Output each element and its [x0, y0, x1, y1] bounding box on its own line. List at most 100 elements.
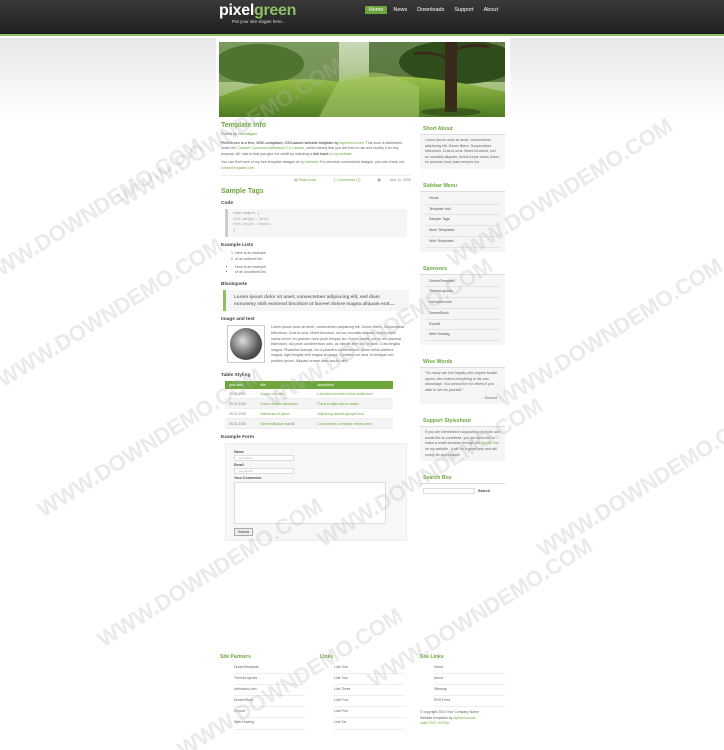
- post-date: ▦ Nov 11, 2006: [377, 178, 411, 183]
- support-text: If you are interested in supporting my w…: [425, 430, 500, 457]
- author-link[interactable]: erwinaligam: [238, 132, 257, 136]
- sidebar: Short About Lorem ipsum dolor sit amet, …: [420, 122, 505, 508]
- image-text-paragraph: Lorem ipsum dolor sit amet, consectetuer…: [271, 325, 405, 363]
- footer-links: Links Link One Link Two Link Three Link …: [320, 654, 405, 730]
- short-about-title: Short About: [420, 122, 505, 135]
- form-heading: Example Form: [221, 435, 255, 441]
- footer-link[interactable]: Home: [434, 663, 505, 675]
- footer-link[interactable]: Link Six: [334, 718, 405, 730]
- license-link[interactable]: Creative Commons Attribution 2.5 License: [237, 146, 304, 150]
- comments-textarea[interactable]: [234, 482, 386, 525]
- readmore-link[interactable]: ▤ Read more: [286, 178, 316, 182]
- footer-partners: Site Partners DreamTemplate ThemeLayouts…: [220, 654, 305, 730]
- logo-text: pixel: [219, 2, 254, 19]
- watermark: WWW.DOWNDEMO.COM: [0, 233, 227, 393]
- name-field[interactable]: Your Name: [234, 455, 294, 462]
- footer-links-title: Links: [320, 654, 334, 660]
- sidebar-item-sample-tags[interactable]: Sample Tags: [425, 215, 500, 227]
- sidebar-item-home[interactable]: Home: [425, 194, 500, 205]
- ordered-list: Here is an example of an ordered list: [235, 251, 411, 263]
- wise-words-title: Wise Words: [420, 355, 505, 369]
- copyright: © copyright 2010 Your Company Name Websit…: [420, 710, 479, 725]
- post-intro: PixelGreen is a free, W3C-compliant, CSS…: [221, 140, 339, 145]
- post-title[interactable]: Template Info: [221, 122, 411, 129]
- comment-icon: ◫: [333, 178, 337, 183]
- footer-link[interactable]: Link Two: [334, 674, 405, 686]
- wise-words-text: "So many can live happily who require fo…: [425, 371, 498, 392]
- styleshout-link[interactable]: styleshout.com: [340, 141, 364, 145]
- watermark: WWW.DOWNDEMO.COM: [532, 403, 724, 563]
- valid-links[interactable]: Valid CSS | XHTML: [420, 721, 449, 725]
- image-text-block: Lorem ipsum dolor sit amet, consectetuer…: [221, 325, 411, 367]
- search-row: Search: [420, 484, 505, 498]
- post-byline: Posted by erwinaligam: [221, 132, 258, 136]
- site-logo[interactable]: pixelgreen: [219, 2, 296, 20]
- table-header-row: post date title description: [225, 381, 393, 390]
- footer-link[interactable]: Link Five: [334, 707, 405, 719]
- nav-support[interactable]: Support: [450, 6, 477, 14]
- support-block: Support Styleshout If you are interested…: [420, 414, 505, 462]
- footer-link[interactable]: Link Four: [334, 696, 405, 708]
- sidebar-item-template-info[interactable]: Template Info: [425, 205, 500, 216]
- footer-link[interactable]: ImHosted.com: [234, 685, 305, 697]
- code-sample: code-sample { font-weight: bold; font-st…: [225, 209, 407, 238]
- search-block: Search Box Search: [420, 471, 505, 499]
- wise-words-block: Wise Words "So many can live happily who…: [420, 355, 505, 405]
- footer-sitelinks-title: Site Links: [420, 654, 444, 660]
- footer-link[interactable]: RSS Feed: [434, 696, 505, 708]
- footer-link[interactable]: DreamTemplate: [234, 663, 305, 675]
- logo-text-green: green: [253, 2, 297, 19]
- sample-tags-title: Sample Tags: [221, 188, 264, 196]
- footer-link[interactable]: Link Three: [334, 685, 405, 697]
- dreamtemplate-link[interactable]: DreamTemplate.com: [221, 166, 254, 170]
- footer-link[interactable]: ThemeLayouts: [234, 674, 305, 686]
- firefox-logo-image: [227, 325, 265, 364]
- nav-about[interactable]: About: [480, 6, 502, 14]
- sponsor-link[interactable]: ThemeLayouts: [425, 287, 500, 299]
- sidebar-item-web-templates[interactable]: Web Templates: [425, 237, 500, 248]
- credit-link[interactable]: to my website: [329, 152, 351, 156]
- site-footer: Site Partners DreamTemplate ThemeLayouts…: [220, 654, 508, 734]
- email-field[interactable]: Your Email: [234, 468, 294, 475]
- footer-link[interactable]: Evrsoft: [234, 707, 305, 719]
- sample-table: post date title description 05.31.2006 A…: [225, 381, 393, 430]
- submit-button[interactable]: Submit: [234, 528, 254, 537]
- post-paragraph-1: PixelGreen is a free, W3C-compliant, CSS…: [221, 140, 403, 156]
- watermark: WWW.DOWNDEMO.COM: [0, 133, 207, 293]
- sidebar-item-more-templates[interactable]: More Templates: [425, 226, 500, 237]
- nav-news[interactable]: News: [389, 6, 411, 14]
- my-website-link[interactable]: my website: [300, 160, 318, 164]
- search-input[interactable]: [423, 488, 475, 495]
- sponsor-link[interactable]: ImHosted.com: [425, 298, 500, 309]
- nav-home[interactable]: Home: [364, 6, 388, 14]
- footer-link[interactable]: About: [434, 674, 505, 686]
- table-heading: Table Styling: [221, 373, 251, 379]
- footer-link[interactable]: Sitemap: [434, 685, 505, 697]
- footer-link[interactable]: Link One: [334, 663, 405, 675]
- sponsor-link[interactable]: DreamStock: [425, 309, 500, 320]
- comments-label: Your Comments: [234, 476, 262, 481]
- sidebar-menu: Home Template Info Sample Tags More Temp…: [420, 192, 505, 252]
- table-row: 05.31.2006 Maecenas et ipsum Adipiscing …: [225, 408, 393, 420]
- search-button[interactable]: Search: [478, 489, 490, 493]
- column-header: description: [313, 381, 393, 390]
- column-header: post date: [225, 381, 257, 390]
- comments-link[interactable]: ◫ Comments (7): [325, 178, 360, 182]
- sponsor-link[interactable]: DreamTemplate: [425, 277, 500, 288]
- code-heading: Code: [221, 201, 233, 207]
- footer-link[interactable]: Web Hosting: [234, 718, 305, 730]
- table-row: 05.31.2006 Sed vestibulum blandit Cras l…: [225, 418, 393, 430]
- nav-downloads[interactable]: Downloads: [413, 6, 448, 14]
- unordered-list: Here is an example of an unordered list: [235, 265, 411, 277]
- sponsor-link[interactable]: Web Hosting: [425, 330, 500, 342]
- donate-link[interactable]: donate link: [481, 441, 498, 445]
- styleshout-footer-link[interactable]: styleshout.com: [453, 716, 476, 720]
- site-slogan: Put your site slogan here...: [232, 19, 286, 24]
- sponsors-title: Sponsors: [420, 261, 505, 275]
- sponsor-link[interactable]: Evrsoft: [425, 320, 500, 331]
- footer-link[interactable]: DreamStock: [234, 696, 305, 708]
- sidebar-menu-block: Sidebar Menu Home Template Info Sample T…: [420, 178, 505, 252]
- short-about-block: Short About Lorem ipsum dolor sit amet, …: [420, 122, 505, 169]
- main-nav: Home News Downloads Support About: [364, 6, 502, 14]
- sponsors-list: DreamTemplate ThemeLayouts ImHosted.com …: [420, 275, 505, 346]
